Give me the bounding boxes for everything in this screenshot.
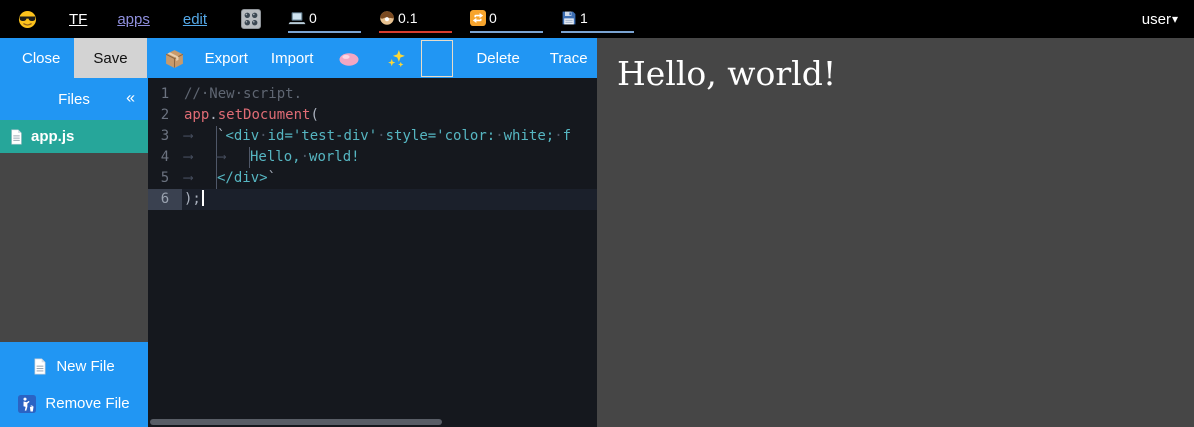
preview-pane: Hello, world! — [597, 38, 1194, 427]
line-number: 3 — [148, 126, 182, 147]
code-token: setDocument — [218, 107, 311, 123]
nav-link-edit[interactable]: edit — [183, 11, 207, 28]
code-line[interactable]: 5⟶</div>` — [148, 168, 597, 189]
save-button[interactable]: Save — [74, 38, 146, 78]
ide-pane: Close Save Export Import — [0, 38, 597, 427]
code-token: ⟶ — [184, 147, 217, 168]
code-token: · — [377, 128, 385, 144]
code-token: </div> — [217, 170, 268, 186]
topbar-stats: 0 0.1 0 — [288, 6, 634, 33]
delete-button[interactable]: Delete — [472, 38, 523, 78]
control-knobs-icon[interactable] — [241, 9, 261, 29]
code-token: ⟶ — [184, 126, 217, 147]
code-token: ( — [310, 107, 318, 123]
file-list-empty-area — [0, 153, 148, 342]
code-token: white; — [504, 128, 555, 144]
litter-bin-icon — [18, 395, 36, 413]
code-token: world! — [309, 149, 360, 165]
code-token: ); — [184, 191, 201, 207]
nav-link-apps[interactable]: apps — [117, 11, 150, 28]
code-line[interactable]: 6); — [148, 189, 597, 210]
stat-runs: 0 — [470, 6, 543, 33]
code-token: app — [184, 107, 209, 123]
collapse-sidebar-button[interactable]: « — [126, 89, 135, 107]
code-line[interactable]: 1//·New·script. — [148, 84, 597, 105]
files-header-label: Files — [58, 91, 90, 108]
stat-value: 0.1 — [398, 10, 417, 26]
export-button[interactable]: Export — [205, 38, 248, 78]
code-token: . — [209, 107, 217, 123]
horizontal-scrollbar[interactable] — [150, 419, 442, 425]
line-number: 2 — [148, 105, 182, 126]
sparkles-icon[interactable] — [387, 38, 406, 78]
close-button[interactable]: Close — [10, 38, 72, 78]
code-token: ⟶ — [217, 147, 250, 168]
code-token: · — [554, 128, 562, 144]
code-token: · — [495, 128, 503, 144]
code-editor[interactable]: 1//·New·script.2app.setDocument(3⟶`<div·… — [148, 78, 597, 427]
line-number: 5 — [148, 168, 182, 189]
remove-file-label: Remove File — [45, 395, 129, 412]
line-number: 4 — [148, 147, 182, 168]
code-line[interactable]: 4⟶⟶Hello,·world! — [148, 147, 597, 168]
code-token: ` — [268, 170, 276, 186]
code-token: f — [563, 128, 571, 144]
code-lines: 1//·New·script.2app.setDocument(3⟶`<div·… — [148, 84, 597, 210]
soap-icon[interactable] — [338, 38, 360, 78]
workspace: Files « app.js — [0, 78, 597, 427]
repeat-icon — [470, 10, 486, 26]
sunglasses-face-icon[interactable] — [18, 10, 37, 29]
user-menu[interactable]: user ▾ — [1142, 11, 1178, 28]
chevron-down-icon: ▾ — [1172, 12, 1178, 26]
files-sidebar: Files « app.js — [0, 78, 148, 427]
text-cursor — [202, 190, 204, 206]
topbar: TF apps edit 0 — [0, 0, 1194, 38]
import-button[interactable]: Import — [271, 38, 314, 78]
floppy-disk-icon — [561, 10, 577, 26]
user-label: user — [1142, 11, 1171, 28]
file-item-appjs[interactable]: app.js — [0, 120, 148, 153]
editor-toolbar: Close Save Export Import — [0, 38, 597, 78]
preview-heading: Hello, world! — [617, 54, 1194, 93]
stat-value: 1 — [580, 10, 588, 26]
file-name: app.js — [31, 128, 74, 145]
stat-cost: 0.1 — [379, 6, 452, 33]
stat-compute: 0 — [288, 6, 361, 33]
line-number: 1 — [148, 84, 182, 105]
code-token: · — [259, 128, 267, 144]
sidebar-actions: New File Remove File — [0, 342, 148, 427]
trace-button[interactable]: Trace — [546, 38, 592, 78]
laptop-icon — [288, 11, 306, 26]
document-icon — [10, 129, 23, 145]
line-number: 6 — [148, 189, 182, 210]
main-area: Close Save Export Import — [0, 38, 1194, 427]
code-token: id='test-div' — [268, 128, 378, 144]
code-token: //·New·script. — [184, 86, 302, 102]
package-icon[interactable] — [164, 38, 185, 78]
page-icon — [33, 358, 47, 375]
code-token: <div — [225, 128, 259, 144]
code-token: ⟶ — [184, 168, 217, 189]
code-token: style='color: — [386, 128, 496, 144]
doughnut-icon — [379, 10, 395, 26]
brand-link[interactable]: TF — [69, 11, 87, 28]
code-token: · — [301, 149, 309, 165]
remove-file-button[interactable]: Remove File — [0, 385, 148, 422]
new-file-label: New File — [56, 358, 114, 375]
new-file-button[interactable]: New File — [0, 348, 148, 385]
stat-value: 0 — [309, 10, 317, 26]
code-token: Hello, — [250, 149, 301, 165]
stat-storage: 1 — [561, 6, 634, 33]
color-swatch-box[interactable] — [421, 40, 453, 77]
stat-value: 0 — [489, 10, 497, 26]
files-header: Files « — [0, 78, 148, 120]
code-line[interactable]: 2app.setDocument( — [148, 105, 597, 126]
code-line[interactable]: 3⟶`<div·id='test-div'·style='color:·whit… — [148, 126, 597, 147]
